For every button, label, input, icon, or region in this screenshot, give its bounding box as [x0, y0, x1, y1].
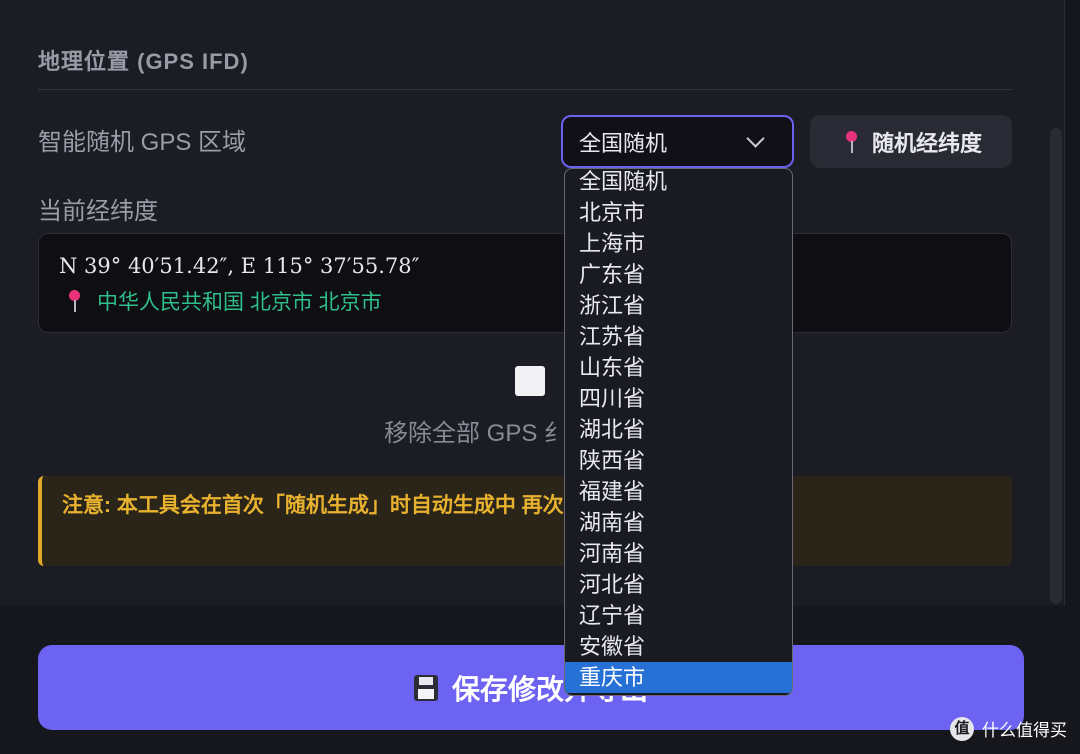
region-option[interactable]: 浙江省 — [565, 290, 792, 321]
region-option[interactable]: 福建省 — [565, 476, 792, 507]
gps-panel: 地理位置 (GPS IFD) 智能随机 GPS 区域 全国随机 随机经纬度 当前… — [0, 0, 1065, 606]
region-option[interactable]: 湖南省 — [565, 507, 792, 538]
region-option[interactable]: 四川省 — [565, 383, 792, 414]
pushpin-icon — [840, 129, 862, 155]
random-coordinates-button[interactable]: 随机经纬度 — [810, 115, 1012, 168]
save-export-button[interactable]: 保存修改并导出 — [38, 645, 1024, 730]
watermark-text: 什么值得买 — [982, 721, 1067, 740]
region-option[interactable]: 全国随机 — [565, 169, 792, 197]
region-option[interactable]: 河北省 — [565, 569, 792, 600]
region-option[interactable]: 陕西省 — [565, 445, 792, 476]
region-dropdown-list: 全国随机 北京市 上海市 广东省 浙江省 江苏省 山东省 四川省 湖北省 陕西省 福建省 湖南省 河南省… — [564, 168, 793, 696]
region-option[interactable]: 江苏省 — [565, 321, 792, 352]
floppy-disk-icon — [413, 674, 438, 701]
scrollbar[interactable] — [1050, 128, 1062, 604]
region-option[interactable]: 广东省 — [565, 259, 792, 290]
region-label: 智能随机 GPS 区域 — [38, 129, 247, 156]
region-select-value: 全国随机 — [579, 130, 668, 156]
region-option[interactable]: 山东省 — [565, 352, 792, 383]
warning-notice: 注意: 本工具会在首次「随机生成」时自动生成中 再次随机需点击上方按钮。 — [38, 476, 1012, 566]
coordinates-value: N 39° 40′51.42″, E 115° 37′55.78″ — [59, 254, 420, 278]
section-title: 地理位置 (GPS IFD) — [38, 49, 249, 74]
chevron-down-icon — [746, 129, 765, 148]
location-text: 中华人民共和国 北京市 北京市 — [97, 291, 382, 314]
section-divider — [38, 89, 1012, 90]
region-option[interactable]: 湖北省 — [565, 414, 792, 445]
region-option[interactable]: 北京市 — [565, 197, 792, 228]
coordinates-display: N 39° 40′51.42″, E 115° 37′55.78″ 中华人民共和… — [38, 233, 1012, 333]
region-option[interactable]: 安徽省 — [565, 631, 792, 662]
watermark: 值 什么值得买 — [950, 716, 1067, 741]
region-select[interactable]: 全国随机 — [561, 115, 794, 168]
random-coordinates-label: 随机经纬度 — [871, 130, 982, 156]
region-option[interactable]: 上海市 — [565, 228, 792, 259]
current-coordinates-label: 当前经纬度 — [38, 198, 158, 225]
region-option[interactable]: 重庆市 — [565, 662, 792, 693]
region-option[interactable]: 辽宁省 — [565, 600, 792, 631]
region-option[interactable]: 河南省 — [565, 538, 792, 569]
remove-gps-label: 移除全部 GPS 纟 — [384, 420, 569, 447]
pushpin-icon — [63, 288, 83, 314]
location-line: 中华人民共和国 北京市 北京市 — [63, 286, 382, 316]
watermark-logo: 值 — [950, 716, 974, 741]
remove-gps-checkbox[interactable] — [515, 366, 545, 396]
